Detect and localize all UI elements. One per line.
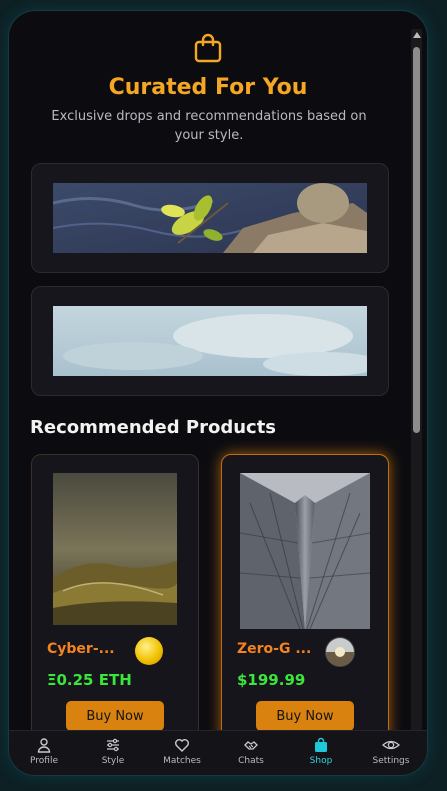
product-card-2[interactable]: Zero-G ... $199.99 Buy Now bbox=[221, 454, 389, 733]
landscape-thumb-badge bbox=[325, 637, 355, 667]
product-card-1[interactable]: Cyber-... Ξ0.25 ETH Buy Now bbox=[31, 454, 199, 733]
featured-banner-2[interactable] bbox=[31, 286, 389, 396]
gold-coin-badge bbox=[135, 637, 163, 665]
product-name: Zero-G ... bbox=[237, 641, 312, 657]
banner-image-sky bbox=[53, 306, 367, 376]
nav-item-settings[interactable]: Settings bbox=[361, 737, 421, 766]
nav-label: Matches bbox=[163, 756, 201, 766]
product-image-hillside bbox=[53, 473, 177, 625]
page-subtitle: Exclusive drops and recommendations base… bbox=[51, 109, 367, 143]
shop-content: Curated For You Exclusive drops and reco… bbox=[9, 11, 407, 733]
featured-banner-1[interactable] bbox=[31, 163, 389, 273]
product-price: Ξ0.25 ETH bbox=[47, 671, 132, 689]
nav-item-profile[interactable]: Profile bbox=[14, 737, 74, 766]
nav-label: Settings bbox=[372, 756, 410, 766]
sliders-icon bbox=[107, 738, 119, 752]
section-title: Recommended Products bbox=[30, 417, 277, 438]
product-image-skyscraper bbox=[240, 473, 370, 629]
nav-label: Chats bbox=[238, 756, 264, 766]
scrollbar[interactable] bbox=[411, 29, 422, 741]
shopping-bag-icon bbox=[194, 33, 222, 63]
page-title: Curated For You bbox=[108, 75, 308, 100]
scroll-thumb[interactable] bbox=[413, 47, 420, 433]
shopping-bag-icon bbox=[315, 737, 327, 752]
product-name: Cyber-... bbox=[47, 641, 115, 657]
scroll-up-arrow-icon[interactable] bbox=[413, 32, 421, 38]
nav-label: Style bbox=[101, 756, 125, 766]
buy-now-button[interactable]: Buy Now bbox=[66, 701, 164, 731]
banner-image-leaves bbox=[53, 183, 367, 253]
nav-label: Shop bbox=[309, 756, 333, 766]
nav-label: Profile bbox=[30, 756, 58, 766]
nav-item-matches[interactable]: Matches bbox=[152, 737, 212, 766]
nav-item-shop[interactable]: Shop bbox=[291, 737, 351, 766]
heart-icon bbox=[175, 739, 189, 752]
person-icon bbox=[37, 738, 51, 753]
nav-item-style[interactable]: Style bbox=[83, 737, 143, 766]
phone-frame: Curated For You Exclusive drops and reco… bbox=[9, 11, 427, 775]
product-price: $199.99 bbox=[237, 671, 306, 689]
handshake-icon bbox=[244, 741, 258, 750]
buy-now-button[interactable]: Buy Now bbox=[256, 701, 354, 731]
nav-item-chats[interactable]: Chats bbox=[221, 737, 281, 766]
eye-gear-icon bbox=[382, 740, 400, 750]
bottom-nav: Profile Style Matches Chats Shop Setting… bbox=[9, 730, 427, 775]
